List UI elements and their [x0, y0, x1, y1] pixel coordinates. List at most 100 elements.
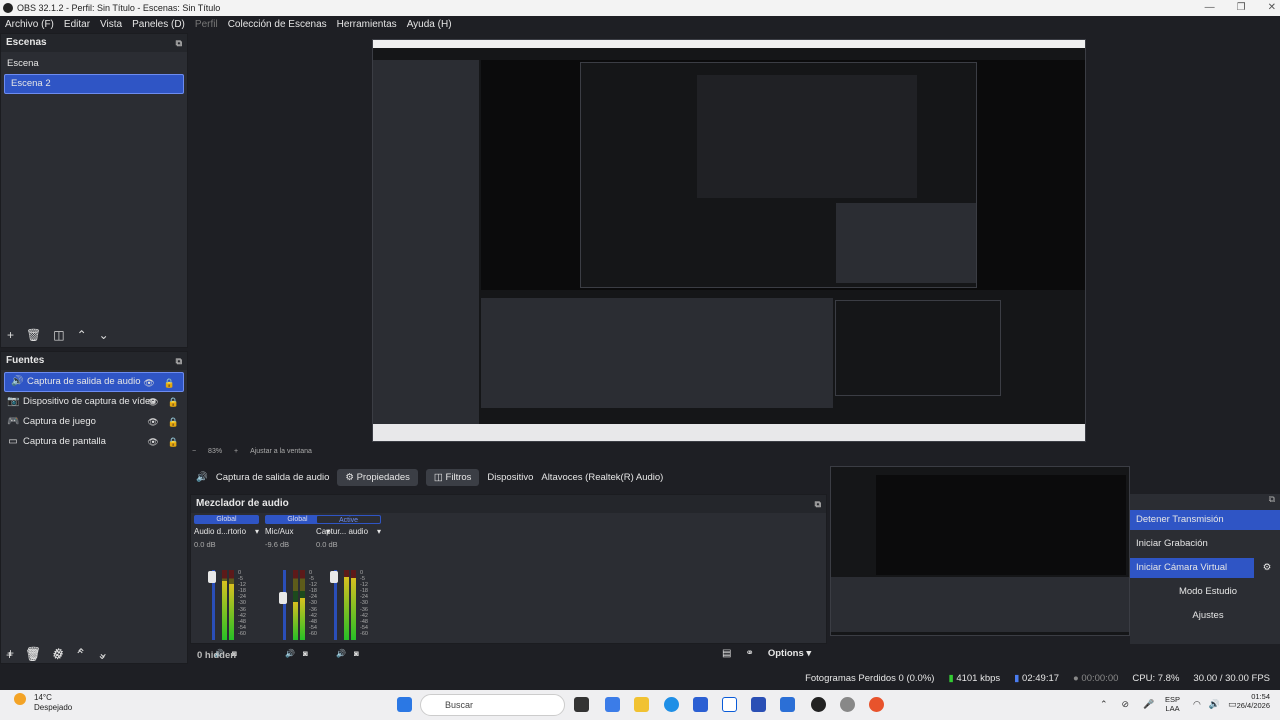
menu-ayuda[interactable]: Ayuda (H) — [407, 19, 452, 30]
lock-icon[interactable]: 🔒 — [168, 392, 179, 412]
obs-taskbar-icon[interactable] — [811, 697, 826, 712]
hidden-count: 0 hidden — [197, 650, 237, 661]
mute-icon[interactable]: 🔊 — [285, 649, 295, 658]
edge-icon[interactable] — [664, 697, 679, 712]
system-tray-icons: ⌃ ⊘ 🎤 — [1100, 699, 1154, 710]
move-down-icon[interactable]: ⌄ — [97, 648, 107, 662]
volume-knob[interactable] — [279, 592, 287, 604]
zoom-in-icon[interactable]: + — [234, 448, 238, 455]
eye-icon[interactable]: 👁 — [143, 373, 154, 393]
filters-button[interactable]: ◫ Filtros — [425, 468, 480, 486]
add-icon[interactable]: + — [7, 328, 14, 342]
eye-icon[interactable]: 👁 — [147, 432, 158, 452]
trash-icon[interactable]: 🗑 — [26, 328, 41, 342]
float-icon[interactable]: ⧉ — [176, 34, 182, 52]
options-button[interactable]: Options ▾ — [768, 648, 811, 659]
menu-coleccion[interactable]: Colección de Escenas — [228, 19, 327, 30]
dropbox-icon[interactable] — [722, 697, 737, 712]
chevron-up-icon[interactable]: ⌃ — [1100, 699, 1108, 710]
start-recording-button[interactable]: Iniciar Grabación — [1130, 534, 1280, 554]
audio-mixer-dock: Mezclador de audio ⧉ Global Audio d...rto… — [190, 494, 827, 658]
layout-icon[interactable]: ▤ — [722, 648, 731, 659]
virtual-camera-button[interactable]: Iniciar Cámara Virtual ⚙ — [1130, 558, 1280, 578]
copilot-icon[interactable] — [605, 697, 620, 712]
volume-slider[interactable] — [283, 570, 286, 640]
mixer-options-bar: ▤ ⚭ Options ▾ — [722, 648, 811, 659]
float-icon[interactable]: ⧉ — [176, 352, 182, 370]
meter-scale: 0 -5 -12 -18 -24 -30 -36 -42 -48 -54 -60 — [360, 570, 368, 637]
lock-icon[interactable]: 🔒 — [164, 373, 175, 393]
stream-icon: ▮ — [1014, 672, 1020, 684]
stop-stream-button[interactable]: Detener Transmisión — [1130, 510, 1280, 530]
gear-icon[interactable]: ⚙ — [52, 648, 63, 662]
preview-area[interactable]: − 83% + Ajustar a la ventana — [190, 32, 1280, 455]
monitor-icon[interactable]: ◙ — [303, 649, 308, 658]
outlook-icon[interactable] — [780, 697, 795, 712]
store-icon[interactable] — [693, 697, 708, 712]
float-icon[interactable]: ⧉ — [815, 495, 821, 513]
source-item[interactable]: 🎮 Captura de juego 👁 🔒 — [1, 412, 187, 432]
source-item[interactable]: 🔊 Captura de salida de audio 👁 🔒 — [4, 372, 184, 392]
settings-icon[interactable] — [840, 697, 855, 712]
menu-perfil[interactable]: Perfil — [195, 19, 218, 30]
link-icon[interactable]: ⚭ — [745, 648, 753, 659]
lock-icon[interactable]: 🔒 — [168, 412, 179, 432]
lock-icon[interactable]: 🔒 — [168, 432, 179, 452]
scene-item-selected[interactable]: Escena 2 — [4, 74, 184, 94]
trash-icon[interactable]: 🗑 — [25, 648, 40, 662]
close-icon[interactable]: ✕ — [1268, 0, 1276, 16]
chevron-down-icon[interactable]: ▾ — [255, 527, 259, 536]
menu-herramientas[interactable]: Herramientas — [337, 19, 397, 30]
minimize-icon[interactable]: — — [1205, 0, 1215, 16]
scene-item[interactable]: Escena — [1, 54, 187, 74]
device-select[interactable]: Altavoces (Realtek(R) Audio) — [541, 472, 663, 483]
task-view-icon[interactable] — [574, 697, 589, 712]
menu-vista[interactable]: Vista — [100, 19, 122, 30]
move-up-icon[interactable]: ⌃ — [75, 648, 85, 662]
app-b-icon[interactable] — [751, 697, 766, 712]
monitor-icon[interactable]: ◙ — [354, 649, 359, 658]
source-item[interactable]: 📷 Dispositivo de captura de vídeo 👁 🔒 — [1, 392, 187, 412]
menu-archivo[interactable]: Archivo (F) — [5, 19, 54, 30]
speaker-icon: 🔊 — [11, 376, 24, 387]
eye-icon[interactable]: 👁 — [147, 392, 158, 412]
window-titlebar: OBS 32.1.2 - Perfil: Sin Título - Escena… — [0, 0, 1280, 16]
zoom-out-icon[interactable]: − — [192, 448, 196, 455]
signal-icon: ▮ — [948, 672, 954, 684]
volume-knob[interactable] — [330, 571, 338, 583]
clock[interactable]: 01:54 26/4/2026 — [1237, 692, 1270, 710]
volume-knob[interactable] — [208, 571, 216, 583]
network-icon[interactable]: ⊘ — [1122, 699, 1130, 710]
sources-title: Fuentes ⧉ — [1, 352, 187, 370]
speaker-icon: 🔊 — [196, 471, 208, 483]
language-indicator[interactable]: ESP LAA — [1165, 695, 1180, 713]
mic-icon[interactable]: 🎤 — [1143, 699, 1154, 710]
mute-icon[interactable]: 🔊 — [336, 649, 346, 658]
restore-icon[interactable]: ❐ — [1237, 0, 1246, 16]
tray-status[interactable]: ◠ 🔊 ▭ — [1193, 699, 1237, 710]
move-down-icon[interactable]: ⌄ — [99, 328, 109, 342]
chevron-down-icon[interactable]: ▾ — [377, 527, 381, 536]
eye-icon[interactable]: 👁 — [147, 412, 158, 432]
controls-dock: ⧉ Detener Transmisión Iniciar Grabación … — [1130, 494, 1280, 644]
fit-window[interactable]: Ajustar a la ventana — [250, 448, 312, 455]
move-up-icon[interactable]: ⌃ — [77, 328, 87, 342]
float-icon[interactable]: ⧉ — [1130, 494, 1280, 506]
settings-button[interactable]: Ajustes — [1130, 606, 1280, 626]
taskbar-search[interactable]: Buscar — [420, 694, 565, 716]
firefox-icon[interactable] — [869, 697, 884, 712]
channel-name: Captur... audio — [316, 527, 369, 536]
gear-icon[interactable]: ⚙ — [1254, 558, 1280, 578]
windows-start-icon[interactable] — [397, 697, 412, 712]
bitrate: ▮ 4101 kbps — [948, 672, 1001, 684]
filter-icon[interactable]: ◫ — [53, 328, 64, 342]
folder-icon[interactable] — [634, 697, 649, 712]
weather-widget[interactable]: 14°C Despejado — [14, 693, 72, 713]
add-icon[interactable]: + — [6, 648, 13, 662]
channel-badge: Global — [194, 515, 259, 524]
properties-button[interactable]: ⚙ Propiedades — [337, 468, 418, 486]
studio-mode-button[interactable]: Modo Estudio — [1130, 582, 1280, 602]
menu-paneles[interactable]: Paneles (D) — [132, 19, 185, 30]
source-item[interactable]: ▭ Captura de pantalla 👁 🔒 — [1, 432, 187, 452]
menu-editar[interactable]: Editar — [64, 19, 90, 30]
